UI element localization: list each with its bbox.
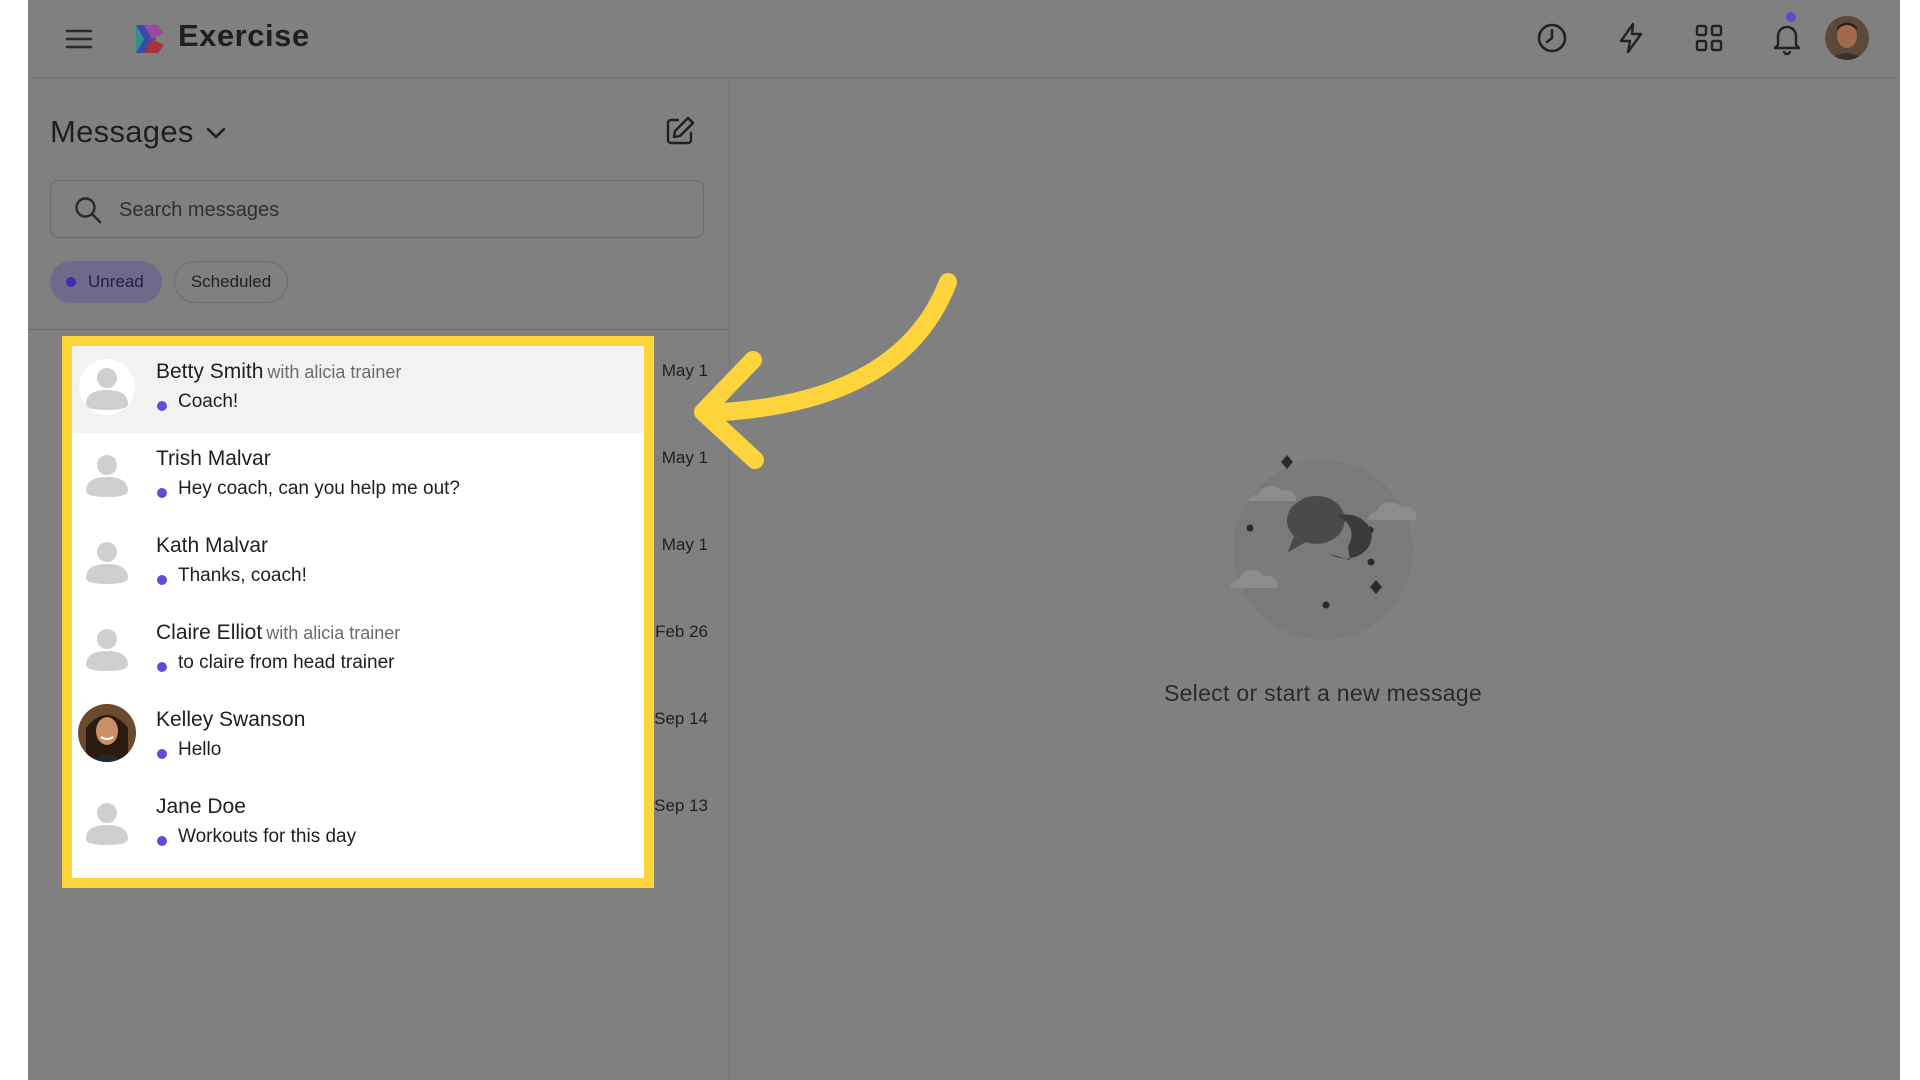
avatar-placeholder-icon bbox=[86, 455, 128, 497]
unread-dot bbox=[157, 836, 167, 846]
empty-chat-illustration bbox=[1230, 455, 1417, 640]
avatar-placeholder-icon bbox=[86, 629, 128, 671]
conversation-item[interactable]: Claire Elliot with alicia trainer to clai… bbox=[72, 607, 644, 694]
top-bar: Exercise bbox=[28, 0, 1900, 78]
message-preview: Workouts for this day bbox=[178, 826, 357, 847]
clock-icon[interactable] bbox=[1534, 20, 1570, 56]
notification-dot bbox=[1786, 12, 1796, 22]
conversation-item[interactable]: Betty Smith with alicia trainer Coach! bbox=[72, 346, 644, 433]
menu-icon[interactable] bbox=[64, 24, 94, 54]
avatar bbox=[78, 704, 136, 762]
page-title: Messages bbox=[50, 114, 194, 149]
message-preview: Hello bbox=[178, 739, 222, 760]
conversation-item[interactable]: Kath Malvar Thanks, coach! bbox=[72, 520, 644, 607]
lightning-icon[interactable] bbox=[1613, 20, 1649, 56]
unread-dot bbox=[157, 401, 167, 411]
contact-name: Betty Smith bbox=[156, 360, 264, 383]
message-preview: Hey coach, can you help me out? bbox=[178, 478, 461, 499]
conversation-date: May 1 bbox=[661, 361, 708, 380]
conversation-name: Kath Malvar bbox=[156, 534, 268, 558]
bell-icon[interactable] bbox=[1769, 20, 1805, 56]
filter-unread-label: Unread bbox=[88, 272, 144, 291]
unread-dot bbox=[157, 575, 167, 585]
unread-dot bbox=[157, 488, 167, 498]
search-field bbox=[50, 180, 704, 238]
conversation-item[interactable]: Trish Malvar Hey coach, can you help me … bbox=[72, 433, 644, 520]
search-input[interactable] bbox=[117, 189, 681, 231]
app-logo bbox=[136, 25, 164, 53]
conversation-name: Jane Doe bbox=[156, 795, 246, 819]
message-preview: to claire from head trainer bbox=[178, 652, 395, 673]
trainer-label: with alicia trainer bbox=[266, 623, 401, 643]
app-window: Exercise Messages Search messages Unread… bbox=[28, 0, 1900, 1080]
contact-name: Jane Doe bbox=[156, 795, 246, 818]
conversation-name: Trish Malvar bbox=[156, 447, 271, 471]
conversation-item[interactable]: Jane Doe Workouts for this day bbox=[72, 781, 644, 868]
contact-name: Kath Malvar bbox=[156, 534, 269, 557]
message-preview: Coach! bbox=[178, 391, 239, 412]
trainer-label: with alicia trainer bbox=[267, 362, 402, 382]
compose-icon[interactable] bbox=[663, 114, 697, 148]
user-avatar[interactable] bbox=[1825, 16, 1869, 60]
conversation-list: Betty Smith with alicia trainer Coach! Tr… bbox=[62, 336, 654, 888]
filter-unread[interactable]: Unread bbox=[50, 261, 162, 303]
unread-dot bbox=[157, 662, 167, 672]
conversation-date: May 1 bbox=[661, 448, 708, 467]
message-preview: Thanks, coach! bbox=[178, 565, 307, 586]
unread-filter-dot bbox=[66, 277, 76, 287]
avatar-placeholder-icon bbox=[86, 803, 128, 845]
unread-dot bbox=[157, 749, 167, 759]
conversation-name: Betty Smith with alicia trainer bbox=[156, 360, 401, 384]
chevron-down-icon[interactable] bbox=[203, 120, 229, 146]
avatar-placeholder-icon bbox=[79, 359, 135, 415]
grid-icon[interactable] bbox=[1691, 20, 1727, 56]
contact-name: Claire Elliot bbox=[156, 621, 263, 644]
conversation-name: Claire Elliot with alicia trainer bbox=[156, 621, 400, 645]
app-title: Exercise bbox=[178, 18, 310, 53]
contact-name: Kelley Swanson bbox=[156, 708, 306, 731]
filter-scheduled[interactable]: Scheduled bbox=[174, 261, 288, 303]
conversation-item[interactable]: Kelley Swanson Hello bbox=[72, 694, 644, 781]
search-icon bbox=[75, 197, 102, 224]
contact-name: Trish Malvar bbox=[156, 447, 271, 470]
filter-scheduled-label: Scheduled bbox=[190, 272, 272, 291]
avatar-placeholder-icon bbox=[86, 542, 128, 584]
conversation-name: Kelley Swanson bbox=[156, 708, 305, 732]
divider bbox=[28, 329, 730, 330]
empty-state-text: Select or start a new message bbox=[1163, 680, 1483, 706]
